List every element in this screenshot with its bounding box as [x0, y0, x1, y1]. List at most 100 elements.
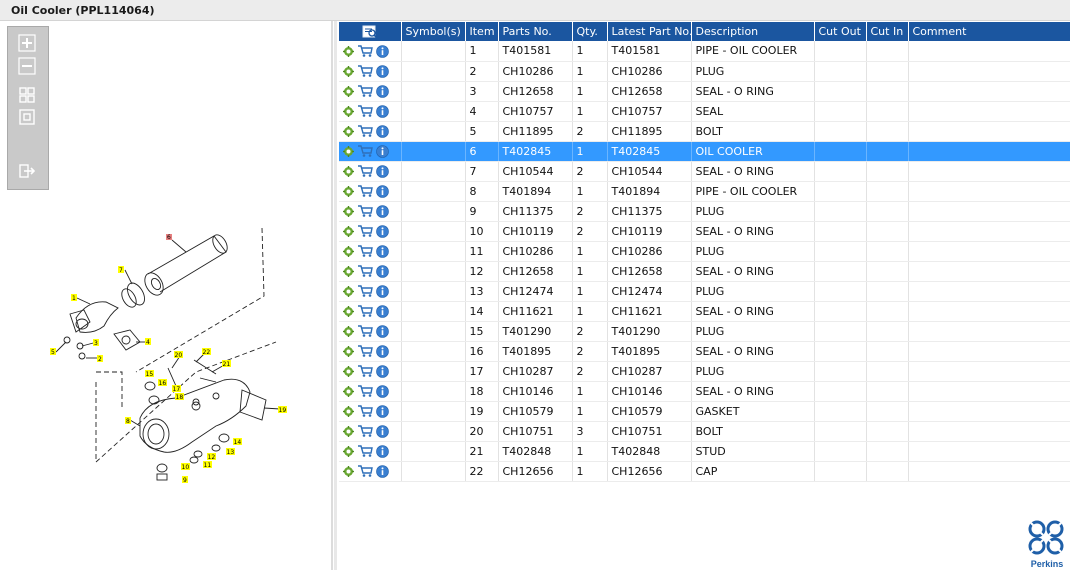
gear-icon[interactable]	[343, 105, 354, 117]
gear-icon[interactable]	[343, 65, 354, 77]
gear-icon[interactable]	[343, 445, 354, 457]
table-row[interactable]: 18 CH10146 1 CH10146 SEAL - O RING	[339, 381, 1070, 402]
table-row[interactable]: 15 T401290 2 T401290 PLUG	[339, 321, 1070, 342]
shopping-cart-icon[interactable]	[357, 345, 373, 358]
gear-icon[interactable]	[343, 165, 354, 177]
table-row[interactable]: 21 T402848 1 T402848 STUD	[339, 441, 1070, 462]
gear-icon[interactable]	[343, 205, 354, 217]
gear-icon[interactable]	[343, 425, 354, 437]
shopping-cart-icon[interactable]	[357, 45, 373, 57]
gear-icon[interactable]	[343, 365, 354, 377]
gear-icon[interactable]	[343, 125, 354, 137]
shopping-cart-icon[interactable]	[357, 205, 373, 218]
shopping-cart-icon[interactable]	[357, 465, 373, 478]
table-row[interactable]: 11 CH10286 1 CH10286 PLUG	[339, 241, 1070, 262]
shopping-cart-icon[interactable]	[357, 185, 373, 198]
table-row[interactable]: 12 CH12658 1 CH12658 SEAL - O RING	[339, 261, 1070, 282]
table-row[interactable]: 1 T401581 1 T401581 PIPE - OIL COOLER	[339, 41, 1070, 62]
shopping-cart-icon[interactable]	[357, 225, 373, 238]
table-row[interactable]: 22 CH12656 1 CH12656 CAP	[339, 461, 1070, 482]
table-row[interactable]: 7 CH10544 2 CH10544 SEAL - O RING	[339, 161, 1070, 182]
gear-icon[interactable]	[343, 385, 354, 397]
shopping-cart-icon[interactable]	[357, 365, 373, 378]
gear-icon[interactable]	[343, 325, 354, 337]
info-icon[interactable]	[376, 444, 389, 458]
gear-icon[interactable]	[343, 305, 354, 317]
column-header-comment[interactable]: Comment	[908, 22, 1070, 41]
shopping-cart-icon[interactable]	[357, 85, 373, 98]
info-icon[interactable]	[376, 384, 389, 398]
shopping-cart-icon[interactable]	[357, 285, 373, 298]
column-header-qty[interactable]: Qty.	[572, 22, 608, 41]
info-icon[interactable]	[376, 284, 389, 298]
shopping-cart-icon[interactable]	[357, 265, 373, 278]
info-icon[interactable]	[376, 324, 389, 338]
column-header-cut-in[interactable]: Cut In	[866, 22, 909, 41]
column-header-actions[interactable]	[339, 22, 402, 41]
info-icon[interactable]	[376, 344, 389, 358]
shopping-cart-icon[interactable]	[357, 245, 373, 258]
column-header-item[interactable]: Item	[465, 22, 499, 41]
info-icon[interactable]	[376, 84, 389, 98]
table-row[interactable]: 14 CH11621 1 CH11621 SEAL - O RING	[339, 301, 1070, 322]
gear-icon[interactable]	[343, 405, 354, 417]
column-header-symbols[interactable]: Symbol(s)	[401, 22, 466, 41]
info-icon[interactable]	[376, 64, 389, 78]
table-row[interactable]: 4 CH10757 1 CH10757 SEAL	[339, 101, 1070, 122]
gear-icon[interactable]	[343, 285, 354, 297]
shopping-cart-icon[interactable]	[357, 385, 373, 398]
shopping-cart-icon[interactable]	[357, 305, 373, 318]
shopping-cart-icon[interactable]	[357, 325, 373, 338]
table-row[interactable]: 20 CH10751 3 CH10751 BOLT	[339, 421, 1070, 442]
shopping-cart-icon[interactable]	[357, 445, 373, 458]
shopping-cart-icon[interactable]	[357, 405, 373, 418]
gear-icon[interactable]	[343, 245, 354, 257]
table-row[interactable]: 2 CH10286 1 CH10286 PLUG	[339, 61, 1070, 82]
info-icon[interactable]	[376, 204, 389, 218]
actual-size-button[interactable]	[16, 107, 38, 127]
shopping-cart-icon[interactable]	[357, 65, 373, 78]
table-row[interactable]: 9 CH11375 2 CH11375 PLUG	[339, 201, 1070, 222]
table-row[interactable]: 13 CH12474 1 CH12474 PLUG	[339, 281, 1070, 302]
info-icon[interactable]	[376, 124, 389, 138]
gear-icon[interactable]	[343, 345, 354, 357]
info-icon[interactable]	[376, 264, 389, 278]
gear-icon[interactable]	[343, 465, 354, 477]
shopping-cart-icon[interactable]	[357, 145, 373, 158]
table-row[interactable]: 16 T401895 2 T401895 SEAL - O RING	[339, 341, 1070, 362]
info-icon[interactable]	[376, 144, 389, 158]
gear-icon[interactable]	[343, 85, 354, 97]
info-icon[interactable]	[376, 184, 389, 198]
table-row[interactable]: 3 CH12658 1 CH12658 SEAL - O RING	[339, 81, 1070, 102]
table-row[interactable]: 5 CH11895 2 CH11895 BOLT	[339, 121, 1070, 142]
gear-icon[interactable]	[343, 185, 354, 197]
gear-icon[interactable]	[343, 45, 354, 57]
shopping-cart-icon[interactable]	[357, 125, 373, 138]
fit-all-button[interactable]	[16, 85, 38, 105]
column-header-cut-out[interactable]: Cut Out	[814, 22, 867, 41]
export-button[interactable]	[16, 161, 38, 181]
info-icon[interactable]	[376, 224, 389, 238]
info-icon[interactable]	[376, 244, 389, 258]
panel-splitter[interactable]	[334, 21, 337, 570]
gear-icon[interactable]	[343, 145, 354, 157]
info-icon[interactable]	[376, 404, 389, 418]
gear-icon[interactable]	[343, 265, 354, 277]
info-icon[interactable]	[376, 104, 389, 118]
table-row[interactable]: 17 CH10287 2 CH10287 PLUG	[339, 361, 1070, 382]
info-icon[interactable]	[376, 164, 389, 178]
shopping-cart-icon[interactable]	[357, 105, 373, 118]
info-icon[interactable]	[376, 304, 389, 318]
gear-icon[interactable]	[343, 225, 354, 237]
column-header-latest-part-no[interactable]: Latest Part No.	[607, 22, 692, 41]
table-row[interactable]: 8 T401894 1 T401894 PIPE - OIL COOLER	[339, 181, 1070, 202]
info-icon[interactable]	[376, 44, 389, 58]
shopping-cart-icon[interactable]	[357, 165, 373, 178]
shopping-cart-icon[interactable]	[357, 425, 373, 438]
zoom-in-button[interactable]	[16, 33, 38, 53]
column-header-description[interactable]: Description	[691, 22, 815, 41]
table-row[interactable]: 19 CH10579 1 CH10579 GASKET	[339, 401, 1070, 422]
zoom-out-button[interactable]	[16, 56, 38, 76]
column-header-parts-no[interactable]: Parts No.	[498, 22, 573, 41]
table-row[interactable]: 6 T402845 1 T402845 OIL COOLER	[339, 141, 1070, 162]
